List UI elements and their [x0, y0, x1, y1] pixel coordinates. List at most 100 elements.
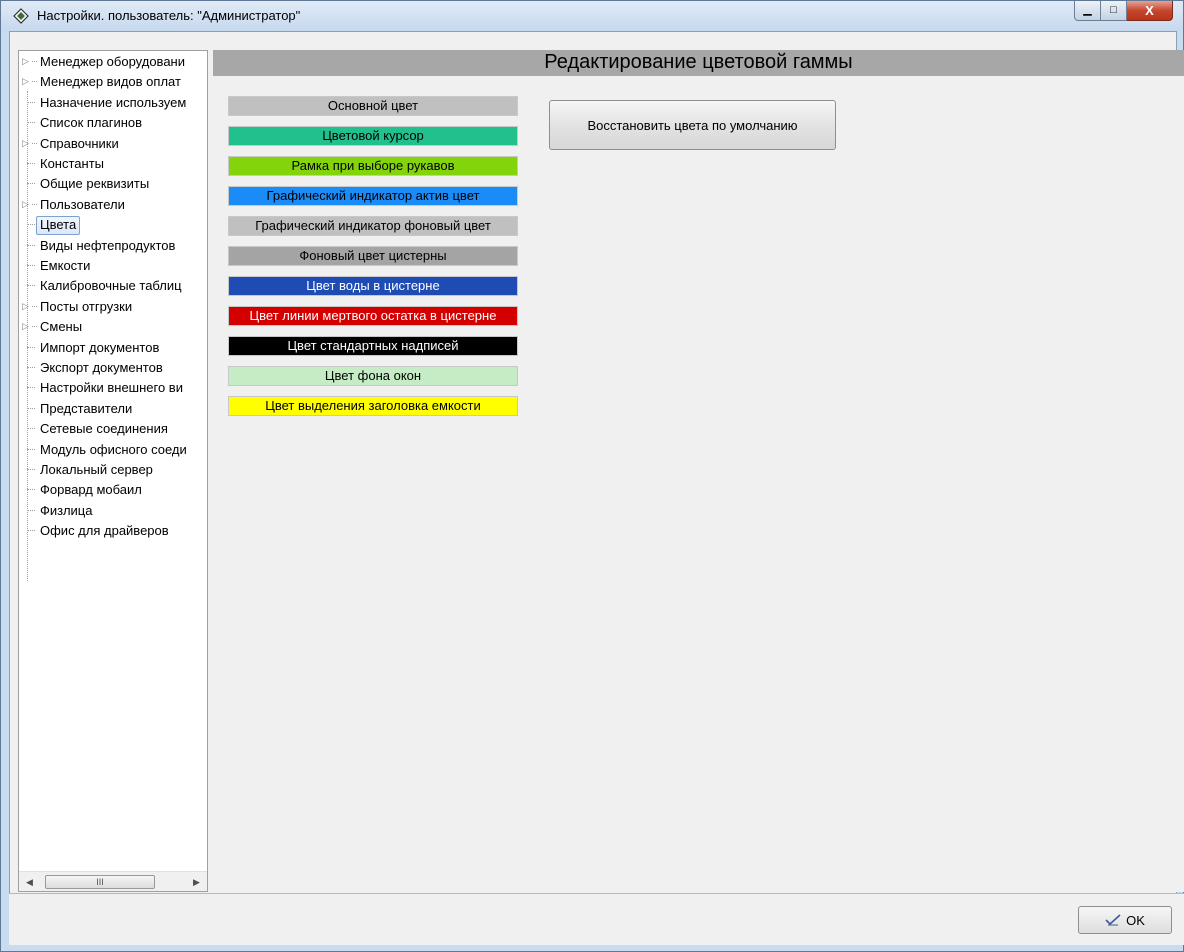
tree-item-label: Виды нефтепродуктов [40, 237, 176, 253]
tree-item[interactable]: Модуль офисного соеди [19, 440, 207, 460]
tree-connector [27, 448, 35, 450]
tree-item[interactable]: ▷ Справочники [19, 134, 207, 154]
color-swatch-button[interactable]: Графический индикатор актив цвет [228, 186, 518, 206]
tree-item[interactable]: Виды нефтепродуктов [19, 236, 207, 256]
restore-defaults-button[interactable]: Восстановить цвета по умолчанию [549, 100, 836, 150]
tree-connector [27, 387, 35, 389]
maximize-icon: □ [1110, 4, 1117, 16]
tree-item-label: Пользователи [40, 196, 125, 212]
expand-arrow-icon[interactable]: ▷ [22, 199, 29, 210]
maximize-button[interactable]: □ [1101, 1, 1127, 21]
color-swatch-button[interactable]: Цвет выделения заголовка емкости [228, 396, 518, 416]
tree-horizontal-scrollbar[interactable]: ◀ III ▶ [19, 871, 207, 891]
tree-item-label: Смены [40, 319, 83, 335]
tree-item-label: Общие реквизиты [40, 176, 150, 192]
tree-item[interactable]: ▷ Менеджер видов оплат [19, 72, 207, 92]
minimize-icon: ▁ [1083, 4, 1092, 16]
scroll-left-icon[interactable]: ◀ [21, 874, 38, 890]
expand-arrow-icon[interactable]: ▷ [22, 301, 29, 312]
tree-item-label: Экспорт документов [40, 360, 163, 375]
expand-arrow-icon[interactable]: ▷ [22, 56, 29, 67]
footer-bar [9, 893, 1184, 945]
tree-item[interactable]: Общие реквизиты [19, 174, 207, 194]
page-header: Редактирование цветовой гаммы [213, 50, 1184, 76]
color-swatch-button[interactable]: Фоновый цвет цистерны [228, 246, 518, 266]
tree-connector [32, 203, 37, 205]
tree-item[interactable]: Физлица [19, 501, 207, 521]
tree-item[interactable]: Импорт документов [19, 338, 207, 358]
tree-item-label: Емкости [40, 258, 91, 273]
tree-item-label: Локальный сервер [40, 462, 153, 477]
color-swatch-button[interactable]: Цвет стандартных надписей [228, 336, 518, 356]
close-icon: X [1145, 3, 1154, 18]
tree-item-label: Калибровочные таблиц [40, 278, 182, 294]
tree-connector [27, 163, 35, 164]
ok-label: OK [1126, 912, 1145, 928]
scroll-thumb[interactable]: III [45, 875, 155, 889]
expand-arrow-icon[interactable]: ▷ [22, 321, 29, 332]
tree-item[interactable]: Калибровочные таблиц [19, 276, 207, 296]
tree-item-label: Модуль офисного соеди [40, 441, 187, 457]
tree-connector [27, 224, 35, 226]
tree-item-label: Менеджер видов оплат [40, 74, 181, 90]
app-diamond-icon [13, 8, 29, 24]
checkmark-pen-icon [1105, 914, 1121, 926]
minimize-button[interactable]: ▁ [1074, 1, 1101, 21]
tree-item-label: Константы [40, 156, 104, 171]
expand-arrow-icon[interactable]: ▷ [22, 138, 29, 149]
scroll-grip-icon: III [96, 877, 104, 887]
window-title: Настройки. пользователь: "Администратор" [37, 8, 301, 23]
tree-item[interactable]: Назначение используем [19, 93, 207, 113]
tree-item[interactable]: ▷ Смены [19, 317, 207, 337]
color-swatch-button[interactable]: Цветовой курсор [228, 126, 518, 146]
tree-item-label: Цвета [40, 217, 77, 233]
color-swatch-button[interactable]: Цвет воды в цистерне [228, 276, 518, 296]
close-button[interactable]: X [1127, 1, 1173, 21]
tree-item-label: Настройки внешнего ви [40, 380, 183, 396]
color-swatch-button[interactable]: Рамка при выборе рукавов [228, 156, 518, 176]
tree-connector [27, 285, 35, 287]
tree-item[interactable]: Список плагинов [19, 113, 207, 133]
tree-item[interactable]: Форвард мобаил [19, 480, 207, 500]
color-editor-panel: Восстановить цвета по умолчанию Основной… [213, 76, 1184, 892]
tree-connector [27, 265, 35, 266]
tree-item-label: Офис для драйверов [40, 523, 169, 539]
tree-item[interactable]: Локальный сервер [19, 460, 207, 480]
settings-tree[interactable]: ▷ Менеджер оборудовани ▷ Менеджер видов опл… [18, 50, 208, 892]
tree-item[interactable]: ▷ Менеджер оборудовани [19, 52, 207, 72]
color-swatch-button[interactable]: Графический индикатор фоновый цвет [228, 216, 518, 236]
tree-connector [27, 244, 35, 246]
tree-item[interactable]: Офис для драйверов [19, 521, 207, 541]
tree-item-label: Справочники [40, 135, 119, 151]
tree-item[interactable]: Константы [19, 154, 207, 174]
tree-item-label: Импорт документов [40, 339, 160, 355]
color-swatch-button[interactable]: Основной цвет [228, 96, 518, 116]
tree-connector [32, 61, 37, 62]
tree-item[interactable]: ▷ Пользователи [19, 195, 207, 215]
tree-connector [27, 489, 35, 491]
title-bar[interactable]: Настройки. пользователь: "Администратор"… [1, 1, 1183, 31]
tree-item-label: Форвард мобаил [40, 482, 142, 498]
tree-item-label: Сетевые соединения [40, 421, 168, 437]
tree-item-label: Физлица [40, 502, 93, 518]
scroll-right-icon[interactable]: ▶ [188, 874, 205, 890]
expand-arrow-icon[interactable]: ▷ [22, 76, 29, 87]
tree-item[interactable]: Емкости [19, 256, 207, 276]
tree-connector [27, 530, 35, 532]
tree-connector [27, 428, 35, 430]
color-swatch-button[interactable]: Цвет фона окон [228, 366, 518, 386]
tree-connector [27, 367, 35, 368]
tree-item[interactable]: Цвета [19, 215, 207, 235]
tree-connector [27, 122, 35, 124]
page-title: Редактирование цветовой гаммы [544, 51, 853, 73]
tree-item[interactable]: Настройки внешнего ви [19, 378, 207, 398]
tree-item[interactable]: Экспорт документов [19, 358, 207, 378]
tree-connector [27, 346, 35, 348]
tree-connector [32, 81, 37, 83]
tree-item[interactable]: Представители [19, 399, 207, 419]
tree-item[interactable]: Сетевые соединения [19, 419, 207, 439]
color-swatch-button[interactable]: Цвет линии мертвого остатка в цистерне [228, 306, 518, 326]
tree-item[interactable]: ▷ Посты отгрузки [19, 297, 207, 317]
tree-connector [27, 101, 35, 103]
ok-button[interactable]: OK [1078, 906, 1172, 934]
